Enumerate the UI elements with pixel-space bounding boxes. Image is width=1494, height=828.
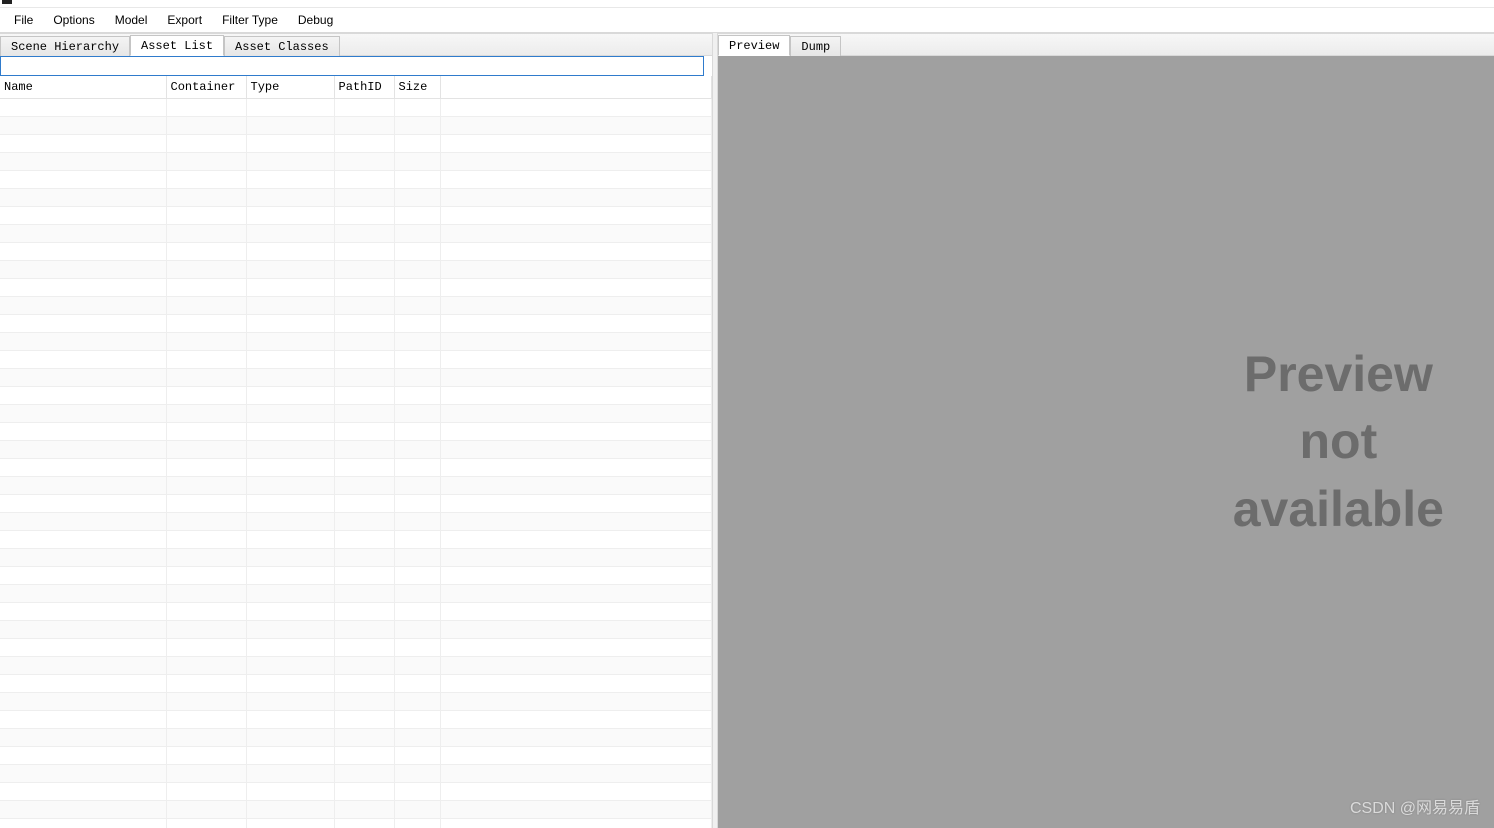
table-row[interactable]: [0, 351, 712, 369]
table-row[interactable]: [0, 243, 712, 261]
table-row[interactable]: [0, 657, 712, 675]
table-row[interactable]: [0, 513, 712, 531]
table-row[interactable]: [0, 135, 712, 153]
table-row[interactable]: [0, 279, 712, 297]
col-header-pathid[interactable]: PathID: [334, 76, 394, 99]
tab-preview[interactable]: Preview: [718, 35, 790, 56]
table-row[interactable]: [0, 675, 712, 693]
table-row[interactable]: [0, 783, 712, 801]
table-row[interactable]: [0, 495, 712, 513]
table-row[interactable]: [0, 765, 712, 783]
table-row[interactable]: [0, 711, 712, 729]
right-panel: Preview Dump Previewnotavailable: [718, 33, 1494, 828]
table-row[interactable]: [0, 333, 712, 351]
table-row[interactable]: [0, 585, 712, 603]
right-tabstrip: Preview Dump: [718, 34, 1494, 56]
table-row[interactable]: [0, 315, 712, 333]
table-header-row: Name Container Type PathID Size: [0, 76, 712, 99]
col-header-name[interactable]: Name: [0, 76, 166, 99]
asset-table[interactable]: Name Container Type PathID Size: [0, 76, 712, 828]
main-split: Scene Hierarchy Asset List Asset Classes…: [0, 33, 1494, 828]
table-row[interactable]: [0, 225, 712, 243]
table-row[interactable]: [0, 801, 712, 819]
tab-asset-list[interactable]: Asset List: [130, 35, 224, 56]
table-row[interactable]: [0, 387, 712, 405]
table-row[interactable]: [0, 477, 712, 495]
col-header-rest: [440, 76, 712, 99]
table-row[interactable]: [0, 621, 712, 639]
tab-scene-hierarchy[interactable]: Scene Hierarchy: [0, 36, 130, 56]
table-row[interactable]: [0, 567, 712, 585]
preview-area: Previewnotavailable: [718, 56, 1494, 828]
table-row[interactable]: [0, 693, 712, 711]
col-header-type[interactable]: Type: [246, 76, 334, 99]
table-row[interactable]: [0, 603, 712, 621]
titlebar: [0, 0, 1494, 8]
menu-export[interactable]: Export: [157, 9, 212, 31]
table-row[interactable]: [0, 153, 712, 171]
table-row[interactable]: [0, 99, 712, 117]
table-row[interactable]: [0, 207, 712, 225]
tab-dump[interactable]: Dump: [790, 36, 841, 56]
table-row[interactable]: [0, 747, 712, 765]
table-row[interactable]: [0, 423, 712, 441]
preview-unavailable-text: Previewnotavailable: [1233, 341, 1444, 544]
table-row[interactable]: [0, 261, 712, 279]
table-row[interactable]: [0, 639, 712, 657]
menu-bar: File Options Model Export Filter Type De…: [0, 8, 1494, 33]
menu-model[interactable]: Model: [105, 9, 158, 31]
table-row[interactable]: [0, 117, 712, 135]
menu-file[interactable]: File: [4, 9, 43, 31]
table-row[interactable]: [0, 369, 712, 387]
table-row[interactable]: [0, 189, 712, 207]
app-icon: [2, 0, 12, 4]
menu-debug[interactable]: Debug: [288, 9, 343, 31]
table-row[interactable]: [0, 297, 712, 315]
table-row[interactable]: [0, 171, 712, 189]
table-row[interactable]: [0, 459, 712, 477]
table-row[interactable]: [0, 819, 712, 828]
menu-options[interactable]: Options: [43, 9, 104, 31]
left-tabstrip: Scene Hierarchy Asset List Asset Classes: [0, 34, 712, 56]
table-row[interactable]: [0, 405, 712, 423]
col-header-container[interactable]: Container: [166, 76, 246, 99]
tab-asset-classes[interactable]: Asset Classes: [224, 36, 340, 56]
menu-filter-type[interactable]: Filter Type: [212, 9, 288, 31]
left-panel: Scene Hierarchy Asset List Asset Classes…: [0, 33, 712, 828]
table-row[interactable]: [0, 531, 712, 549]
table-row[interactable]: [0, 549, 712, 567]
table-row[interactable]: [0, 729, 712, 747]
col-header-size[interactable]: Size: [394, 76, 440, 99]
asset-filter-input[interactable]: [0, 56, 704, 76]
table-row[interactable]: [0, 441, 712, 459]
